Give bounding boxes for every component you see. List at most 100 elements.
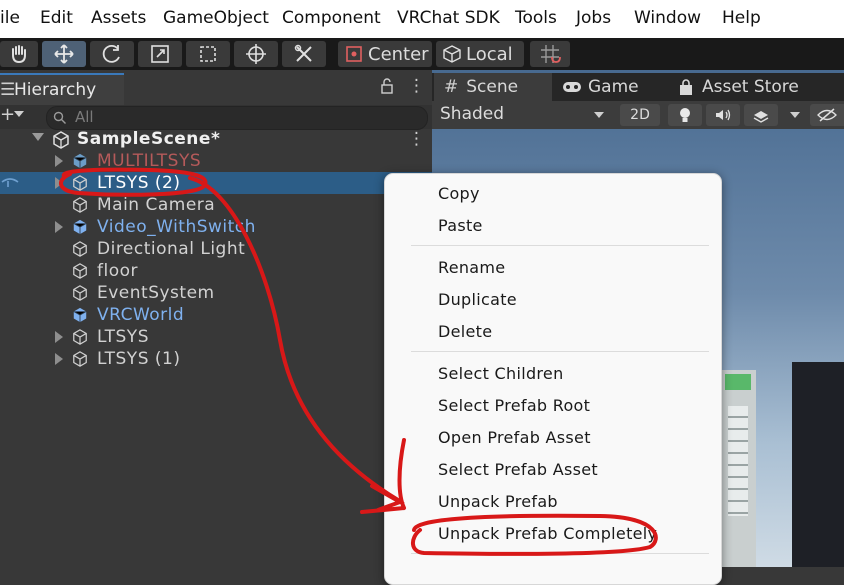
scene-more-icon[interactable]: ⋮ — [408, 129, 426, 149]
menu-item-duplicate[interactable]: Duplicate — [438, 290, 517, 309]
expand-arrow-icon[interactable] — [55, 155, 63, 167]
gameobject-cube-icon — [73, 351, 87, 367]
asset-store-tab-label: Asset Store — [702, 77, 799, 97]
menu-bar: ile Edit Assets GameObject Component VRC… — [0, 0, 844, 38]
scene-tab-label: Scene — [466, 77, 519, 97]
effects-dropdown-icon[interactable] — [790, 112, 800, 118]
menu-assets[interactable]: Assets — [91, 8, 146, 28]
menu-edit[interactable]: Edit — [40, 8, 73, 28]
hierarchy-row[interactable]: MULTILTSYS — [0, 150, 432, 172]
space-local-toggle[interactable]: Local — [436, 41, 524, 67]
hierarchy-row[interactable]: LTSYS — [0, 326, 432, 348]
menu-file[interactable]: ile — [0, 8, 20, 28]
menu-window[interactable]: Window — [634, 8, 701, 28]
prefab-cube-icon — [73, 307, 87, 323]
audio-toggle[interactable] — [706, 104, 740, 126]
move-tool-button[interactable] — [42, 41, 86, 67]
hierarchy-row[interactable]: floor — [0, 260, 432, 282]
menu-jobs[interactable]: Jobs — [576, 8, 611, 28]
tab-hierarchy[interactable]: ☰ Hierarchy — [0, 73, 124, 105]
add-icon[interactable]: + — [0, 104, 15, 125]
visibility-toggle[interactable] — [810, 104, 844, 126]
panel-more-icon[interactable]: ⋮ — [408, 76, 425, 96]
pivot-center-toggle[interactable]: Center — [338, 41, 432, 67]
tools-icon — [294, 44, 312, 62]
menu-item-unpack-prefab-completely[interactable]: Unpack Prefab Completely — [438, 524, 657, 543]
add-dropdown-icon[interactable] — [14, 111, 24, 117]
transform-icon — [246, 44, 266, 64]
eye-slash-icon — [817, 108, 837, 122]
menu-component[interactable]: Component — [282, 8, 381, 28]
menu-item-paste[interactable]: Paste — [438, 216, 483, 235]
scale-icon — [151, 45, 169, 63]
pivot-label: Center — [368, 43, 429, 65]
mode-2d-label: 2D — [630, 107, 650, 123]
menu-item-select-prefab-root[interactable]: Select Prefab Root — [438, 396, 590, 415]
hierarchy-row[interactable]: VRCWorld — [0, 304, 432, 326]
expand-arrow-icon[interactable] — [55, 331, 63, 343]
mode-2d-toggle[interactable]: 2D — [620, 104, 660, 126]
effects-toggle[interactable] — [744, 104, 778, 126]
gameobject-cube-icon — [73, 197, 87, 213]
menu-tools[interactable]: Tools — [515, 8, 557, 28]
menu-item-open-prefab-asset[interactable]: Open Prefab Asset — [438, 428, 591, 447]
scene-visibility-hand-icon[interactable] — [0, 172, 20, 196]
scene-toolbar: Shaded 2D — [432, 101, 844, 129]
gameobject-cube-icon — [73, 285, 87, 301]
transform-tool-button[interactable] — [234, 41, 278, 67]
menu-item-select-prefab-asset[interactable]: Select Prefab Asset — [438, 460, 598, 479]
lighting-toggle[interactable] — [668, 104, 702, 126]
rect-tool-button[interactable] — [186, 41, 230, 67]
menu-vrchat-sdk[interactable]: VRChat SDK — [397, 8, 500, 28]
hand-tool-button[interactable] — [0, 41, 38, 67]
hierarchy-row[interactable]: Video_WithSwitch — [0, 216, 432, 238]
tab-game[interactable]: Game — [560, 73, 670, 101]
hierarchy-row[interactable]: Directional Light — [0, 238, 432, 260]
expand-arrow-icon[interactable] — [55, 221, 63, 233]
gameobject-cube-icon — [73, 175, 87, 191]
expand-arrow-icon[interactable] — [55, 353, 63, 365]
hierarchy-search-input[interactable]: All — [46, 106, 428, 130]
hierarchy-row[interactable]: LTSYS (1) — [0, 348, 432, 370]
lock-icon[interactable] — [380, 78, 394, 94]
speaker-icon — [716, 109, 731, 121]
hierarchy-item-label: MULTILTSYS — [97, 151, 202, 171]
scale-tool-button[interactable] — [138, 41, 182, 67]
menu-item-select-children[interactable]: Select Children — [438, 364, 564, 383]
pivot-icon — [346, 46, 362, 62]
game-tab-label: Game — [588, 77, 639, 97]
hierarchy-item-label: floor — [97, 261, 138, 281]
custom-tool-button[interactable] — [282, 41, 326, 67]
grid-snap-button[interactable] — [530, 41, 570, 67]
gameobject-cube-icon — [73, 241, 87, 257]
menu-item-unpack-prefab[interactable]: Unpack Prefab — [438, 492, 558, 511]
tab-asset-store[interactable]: Asset Store — [676, 73, 844, 101]
rotate-tool-button[interactable] — [90, 41, 134, 67]
expand-arrow-icon[interactable] — [32, 133, 44, 141]
menu-item-copy[interactable]: Copy — [438, 184, 480, 203]
scene-tab-bar: # Scene Game Asset Store — [432, 73, 844, 101]
gameobject-cube-icon — [73, 263, 87, 279]
shading-mode-label: Shaded — [440, 104, 505, 124]
shading-mode-dropdown[interactable]: Shaded — [434, 103, 610, 127]
menu-item-delete[interactable]: Delete — [438, 322, 492, 341]
hierarchy-item-label: Main Camera — [97, 195, 216, 215]
hierarchy-row[interactable]: EventSystem — [0, 282, 432, 304]
grid-snap-icon — [541, 45, 561, 63]
hierarchy-item-label: VRCWorld — [97, 305, 185, 325]
scene-panel-buttons — [728, 406, 748, 516]
menu-help[interactable]: Help — [722, 8, 761, 28]
menu-gameobject[interactable]: GameObject — [163, 8, 269, 28]
prefab-cube-icon — [73, 219, 87, 235]
hierarchy-item-label: LTSYS (2) — [97, 173, 181, 193]
scene-dark-object — [792, 362, 844, 567]
hierarchy-row[interactable]: LTSYS (2) — [0, 172, 432, 194]
scene-root-row[interactable]: SampleScene* ⋮ — [0, 128, 432, 150]
tab-scene[interactable]: # Scene — [434, 73, 552, 101]
hierarchy-row[interactable]: Main Camera — [0, 194, 432, 216]
search-placeholder: All — [75, 108, 94, 126]
menu-item-rename[interactable]: Rename — [438, 258, 505, 277]
rotate-icon — [102, 44, 120, 63]
hierarchy-search-bar: + All — [0, 104, 432, 130]
expand-arrow-icon[interactable] — [55, 177, 63, 189]
